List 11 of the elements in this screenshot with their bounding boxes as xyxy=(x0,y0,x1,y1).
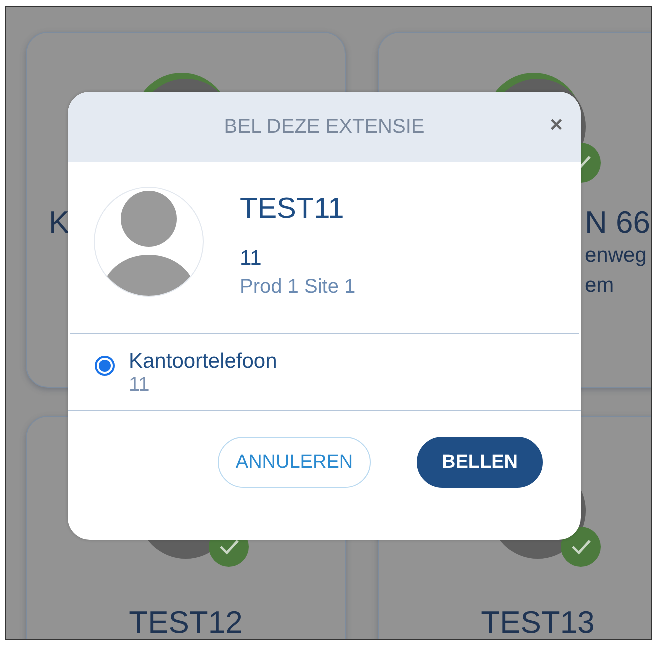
contact-name: N 66 xyxy=(585,205,650,241)
extension-number: 11 xyxy=(240,246,263,272)
dialog-title: BEL DEZE EXTENSIE xyxy=(224,116,425,138)
phone-number: 11 xyxy=(129,374,151,396)
address-text: enweg xyxy=(585,243,647,269)
contact-name: TEST12 xyxy=(129,605,243,639)
location-text: Prod 1 Site 1 xyxy=(240,275,356,300)
contact-name: K xyxy=(49,205,70,241)
contact-name: TEST13 xyxy=(481,605,595,639)
address-text: em xyxy=(585,273,614,299)
contact-name: TEST11 xyxy=(240,192,346,227)
